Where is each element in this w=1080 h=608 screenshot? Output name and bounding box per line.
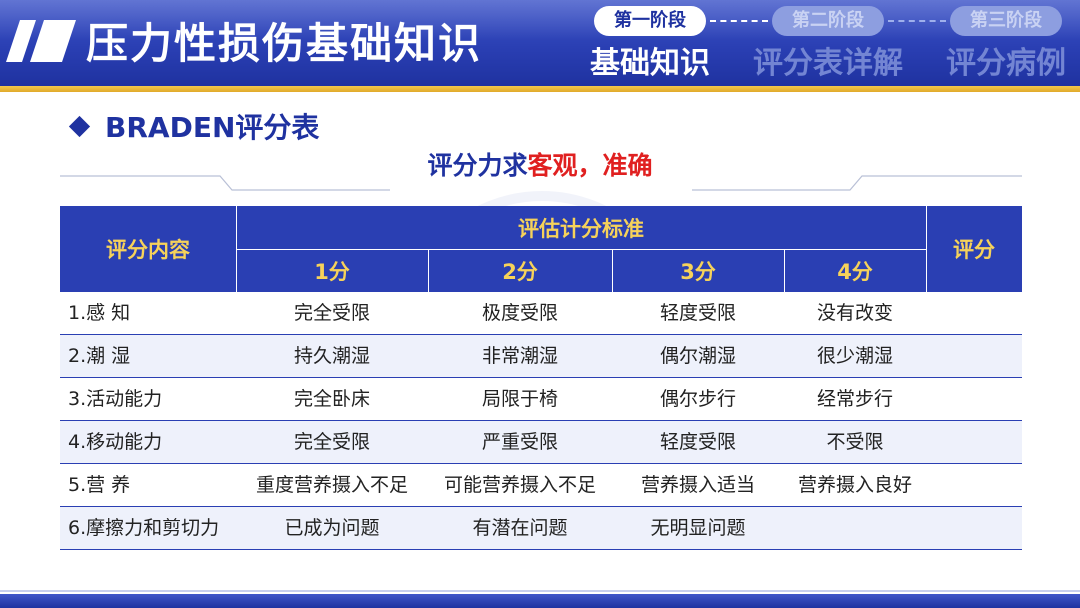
stage-label-3: 评分病例	[946, 46, 1066, 81]
row-score-1: 完全受限	[293, 431, 370, 453]
row-score-4: 营养摄入良好	[797, 474, 912, 496]
row-item: 2.潮 湿	[68, 345, 131, 367]
stage-pill-2[interactable]: 第二阶段	[772, 6, 884, 36]
stage-pill-1[interactable]: 第一阶段	[594, 6, 706, 36]
row-score-4	[784, 507, 926, 549]
row-score-value[interactable]	[926, 507, 1022, 549]
logo-stripes-icon	[6, 20, 76, 62]
row-score-1: 完全卧床	[293, 388, 370, 410]
header-criteria: 评估计分标准	[236, 206, 926, 249]
table-row: 1.感 知 完全受限 极度受限 轻度受限 没有改变	[60, 292, 1022, 335]
row-item: 5.营 养	[68, 474, 131, 496]
row-score-1: 重度营养摄入不足	[255, 474, 408, 496]
subtitle-right-decoration	[692, 175, 1022, 191]
row-score-3: 偶尔潮湿	[659, 345, 736, 367]
footer-divider	[0, 590, 1080, 592]
header-divider	[612, 249, 613, 292]
header-band: 压力性损伤基础知识 第一阶段 第二阶段 第三阶段 基础知识 评分表详解 评分病例	[0, 0, 1080, 86]
row-score-4: 不受限	[826, 431, 884, 453]
row-score-4: 很少潮湿	[816, 345, 893, 367]
row-score-value[interactable]	[926, 378, 1022, 420]
row-score-3: 无明显问题	[650, 517, 746, 539]
header-divider	[428, 249, 429, 292]
row-score-2: 严重受限	[481, 431, 558, 453]
row-score-1: 持久潮湿	[293, 345, 370, 367]
header-divider	[926, 206, 927, 292]
row-score-2: 局限于椅	[481, 388, 558, 410]
section-heading: BRADEN评分表	[68, 106, 320, 146]
stage-connector-1	[710, 20, 768, 22]
row-score-2: 非常潮湿	[481, 345, 558, 367]
section-heading-text: BRADEN评分表	[105, 111, 320, 144]
row-item: 3.活动能力	[68, 388, 163, 410]
stage-connector-2	[888, 20, 946, 22]
stage-label-2: 评分表详解	[753, 46, 903, 81]
row-score-2: 极度受限	[481, 302, 558, 324]
header-gold-stripe	[0, 86, 1080, 92]
header-level-3: 3分	[612, 249, 784, 292]
row-score-3: 轻度受限	[659, 302, 736, 324]
row-score-value[interactable]	[926, 464, 1022, 506]
subtitle-left-decoration	[60, 175, 390, 191]
subtitle-part-2: 客观，准确	[527, 151, 653, 180]
row-score-value[interactable]	[926, 335, 1022, 377]
header-level-4: 4分	[784, 249, 926, 292]
stage-pill-3[interactable]: 第三阶段	[950, 6, 1062, 36]
braden-table: 评分内容 评估计分标准 评分 1分 2分 3分 4分 1.感 知 完全受限 极度…	[60, 206, 1022, 552]
header-level-2: 2分	[428, 249, 612, 292]
header-score: 评分	[926, 206, 1022, 292]
row-score-3: 偶尔步行	[659, 388, 736, 410]
row-score-4: 没有改变	[816, 302, 893, 324]
table-row: 6.摩擦力和剪切力 已成为问题 有潜在问题 无明显问题	[60, 507, 1022, 550]
table-row: 2.潮 湿 持久潮湿 非常潮湿 偶尔潮湿 很少潮湿	[60, 335, 1022, 378]
stage-label-1: 基础知识	[590, 46, 710, 81]
table-row: 3.活动能力 完全卧床 局限于椅 偶尔步行 经常步行	[60, 378, 1022, 421]
header-divider	[236, 249, 926, 250]
header-level-1: 1分	[236, 249, 428, 292]
header-content: 评分内容	[60, 206, 236, 292]
table-row: 5.营 养 重度营养摄入不足 可能营养摄入不足 营养摄入适当 营养摄入良好	[60, 464, 1022, 507]
row-score-2: 有潜在问题	[472, 517, 568, 539]
subtitle-part-1: 评分力求	[427, 151, 528, 180]
row-item: 4.移动能力	[68, 431, 163, 453]
row-score-value[interactable]	[926, 421, 1022, 463]
page-title: 压力性损伤基础知识	[86, 19, 483, 68]
diamond-icon	[68, 115, 91, 137]
row-score-3: 营养摄入适当	[640, 474, 755, 496]
row-score-1: 已成为问题	[284, 517, 380, 539]
subtitle: 评分力求客观，准确	[360, 148, 720, 184]
row-score-3: 轻度受限	[659, 431, 736, 453]
row-score-4: 经常步行	[816, 388, 893, 410]
row-score-2: 可能营养摄入不足	[443, 474, 596, 496]
row-score-value[interactable]	[926, 292, 1022, 334]
row-item: 6.摩擦力和剪切力	[68, 517, 220, 539]
header-divider	[784, 249, 785, 292]
row-score-1: 完全受限	[293, 302, 370, 324]
row-item: 1.感 知	[68, 302, 131, 324]
footer-band	[0, 594, 1080, 608]
table-row: 4.移动能力 完全受限 严重受限 轻度受限 不受限	[60, 421, 1022, 464]
